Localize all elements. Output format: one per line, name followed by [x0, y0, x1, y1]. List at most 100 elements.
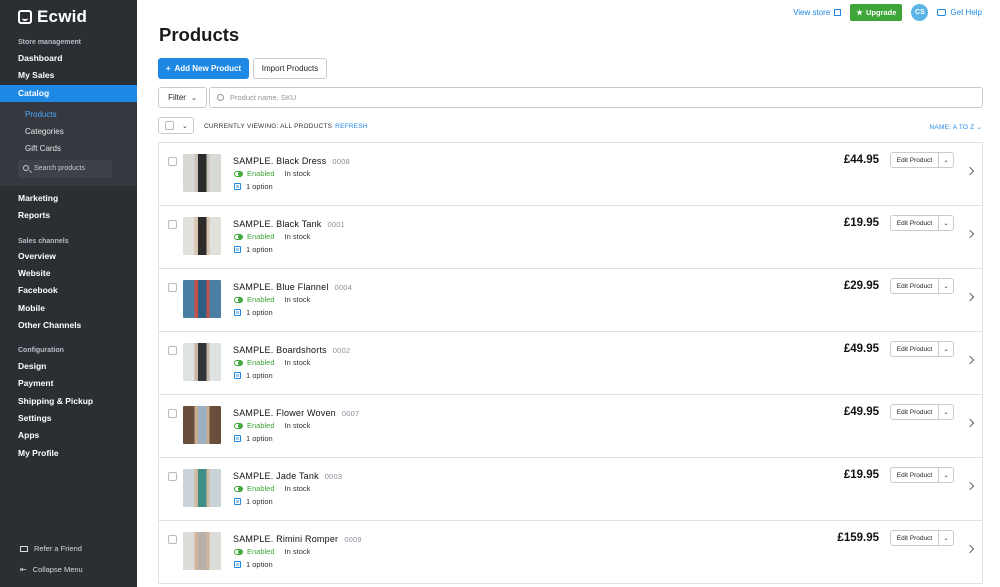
product-name-line[interactable]: SAMPLE. Black Tank 0001 — [233, 219, 345, 229]
product-name[interactable]: SAMPLE. Jade Tank — [233, 471, 319, 481]
chevron-right-icon[interactable] — [965, 292, 975, 302]
sidebar-item-dashboard[interactable]: Dashboard — [0, 50, 137, 67]
sidebar-item-marketing[interactable]: Marketing — [0, 190, 137, 207]
product-thumbnail[interactable] — [183, 343, 221, 381]
product-name-line[interactable]: SAMPLE. Black Dress 0008 — [233, 156, 350, 166]
product-thumbnail[interactable] — [183, 154, 221, 192]
product-row[interactable]: SAMPLE. Boardshorts 0002 Enabled In stock… — [159, 332, 982, 395]
edit-product-label[interactable]: Edit Product — [891, 405, 939, 419]
product-checkbox[interactable] — [168, 157, 177, 166]
select-all-checkbox[interactable] — [165, 121, 174, 130]
sidebar-item-design[interactable]: Design — [0, 358, 137, 375]
sidebar-item-shipping[interactable]: Shipping & Pickup — [0, 393, 137, 410]
avatar[interactable]: CS — [911, 4, 929, 21]
chat-icon — [937, 9, 947, 16]
product-thumbnail[interactable] — [183, 469, 221, 507]
edit-product-label[interactable]: Edit Product — [891, 216, 939, 230]
chevron-down-icon[interactable]: ⌄ — [939, 279, 953, 293]
product-row[interactable]: SAMPLE. Flower Woven 0007 Enabled In stoc… — [159, 395, 982, 458]
edit-product-button[interactable]: Edit Product ⌄ — [890, 530, 954, 546]
product-name[interactable]: SAMPLE. Flower Woven — [233, 408, 336, 418]
product-name-line[interactable]: SAMPLE. Jade Tank 0003 — [233, 471, 342, 481]
edit-product-label[interactable]: Edit Product — [891, 531, 939, 545]
sidebar-item-settings[interactable]: Settings — [0, 410, 137, 427]
chevron-right-icon[interactable] — [965, 418, 975, 428]
chevron-down-icon[interactable]: ⌄ — [939, 216, 953, 230]
refresh-link[interactable]: REFRESH — [335, 123, 367, 130]
product-row[interactable]: SAMPLE. Black Tank 0001 Enabled In stock … — [159, 206, 982, 269]
chevron-right-icon[interactable] — [965, 229, 975, 239]
edit-product-label[interactable]: Edit Product — [891, 279, 939, 293]
get-help-link[interactable]: Get Help — [937, 8, 982, 17]
product-checkbox[interactable] — [168, 220, 177, 229]
edit-product-button[interactable]: Edit Product ⌄ — [890, 278, 954, 294]
sidebar-item-website[interactable]: Website — [0, 265, 137, 282]
sidebar-subitem-categories[interactable]: Categories — [0, 124, 137, 140]
product-name-line[interactable]: SAMPLE. Boardshorts 0002 — [233, 345, 350, 355]
edit-product-label[interactable]: Edit Product — [891, 153, 939, 167]
product-checkbox[interactable] — [168, 409, 177, 418]
sidebar-subitem-products[interactable]: Products — [0, 107, 137, 123]
product-name[interactable]: SAMPLE. Rimini Romper — [233, 534, 338, 544]
sort-dropdown[interactable]: NAME: A TO Z ⌄ — [930, 123, 982, 131]
sidebar-item-my-sales[interactable]: My Sales — [0, 67, 137, 84]
product-name-line[interactable]: SAMPLE. Rimini Romper 0009 — [233, 534, 362, 544]
product-checkbox[interactable] — [168, 346, 177, 355]
chevron-down-icon[interactable]: ⌄ — [939, 468, 953, 482]
product-name[interactable]: SAMPLE. Black Tank — [233, 219, 321, 229]
product-thumbnail[interactable] — [183, 280, 221, 318]
edit-product-button[interactable]: Edit Product ⌄ — [890, 341, 954, 357]
ecwid-logo[interactable]: Ecwid — [18, 7, 87, 27]
chevron-right-icon[interactable] — [965, 355, 975, 365]
product-name-line[interactable]: SAMPLE. Flower Woven 0007 — [233, 408, 359, 418]
sidebar-search-input[interactable]: Search products — [18, 160, 112, 178]
product-row[interactable]: SAMPLE. Blue Flannel 0004 Enabled In stoc… — [159, 269, 982, 332]
chevron-right-icon[interactable] — [965, 481, 975, 491]
sidebar-item-overview[interactable]: Overview — [0, 248, 137, 265]
product-row[interactable]: SAMPLE. Jade Tank 0003 Enabled In stock 1… — [159, 458, 982, 521]
product-row[interactable]: SAMPLE. Rimini Romper 0009 Enabled In sto… — [159, 521, 982, 584]
product-name[interactable]: SAMPLE. Blue Flannel — [233, 282, 329, 292]
chevron-right-icon[interactable] — [965, 544, 975, 554]
edit-product-button[interactable]: Edit Product ⌄ — [890, 404, 954, 420]
chevron-down-icon[interactable]: ⌄ — [939, 405, 953, 419]
edit-product-button[interactable]: Edit Product ⌄ — [890, 215, 954, 231]
chevron-down-icon[interactable]: ⌄ — [939, 531, 953, 545]
collapse-menu-button[interactable]: ⇤ Collapse Menu — [20, 565, 83, 574]
product-checkbox[interactable] — [168, 472, 177, 481]
sidebar-item-reports[interactable]: Reports — [0, 207, 137, 224]
product-checkbox[interactable] — [168, 535, 177, 544]
sidebar-item-catalog[interactable]: Catalog — [0, 85, 137, 102]
product-checkbox[interactable] — [168, 283, 177, 292]
sidebar-item-my-profile[interactable]: My Profile — [0, 445, 137, 462]
product-thumbnail[interactable] — [183, 406, 221, 444]
sidebar-subitem-gift-cards[interactable]: Gift Cards — [0, 141, 137, 157]
sidebar-item-facebook[interactable]: Facebook — [0, 282, 137, 299]
sidebar-item-mobile[interactable]: Mobile — [0, 300, 137, 317]
refer-friend-link[interactable]: Refer a Friend — [20, 544, 82, 553]
import-products-button[interactable]: Import Products — [253, 58, 327, 79]
product-row[interactable]: SAMPLE. Black Dress 0008 Enabled In stock… — [159, 143, 982, 206]
edit-product-label[interactable]: Edit Product — [891, 342, 939, 356]
upgrade-button[interactable]: ★ Upgrade — [850, 4, 903, 21]
chevron-right-icon[interactable] — [965, 166, 975, 176]
product-thumbnail[interactable] — [183, 532, 221, 570]
add-new-product-button[interactable]: + Add New Product — [158, 58, 249, 79]
product-name[interactable]: SAMPLE. Black Dress — [233, 156, 326, 166]
edit-product-button[interactable]: Edit Product ⌄ — [890, 467, 954, 483]
edit-product-button[interactable]: Edit Product ⌄ — [890, 152, 954, 168]
product-name[interactable]: SAMPLE. Boardshorts — [233, 345, 327, 355]
select-all-dropdown[interactable]: ⌄ — [158, 117, 194, 134]
chevron-down-icon[interactable]: ⌄ — [939, 153, 953, 167]
options-count: 1 option — [246, 497, 273, 506]
sidebar-item-payment[interactable]: Payment — [0, 375, 137, 392]
view-store-link[interactable]: View store — [793, 8, 842, 17]
sidebar-item-other-channels[interactable]: Other Channels — [0, 317, 137, 334]
product-search-input[interactable]: Product name, SKU — [209, 87, 983, 108]
edit-product-label[interactable]: Edit Product — [891, 468, 939, 482]
filter-dropdown[interactable]: Filter ⌄ — [158, 87, 207, 108]
product-name-line[interactable]: SAMPLE. Blue Flannel 0004 — [233, 282, 352, 292]
chevron-down-icon[interactable]: ⌄ — [939, 342, 953, 356]
sidebar-item-apps[interactable]: Apps — [0, 427, 137, 444]
product-thumbnail[interactable] — [183, 217, 221, 255]
